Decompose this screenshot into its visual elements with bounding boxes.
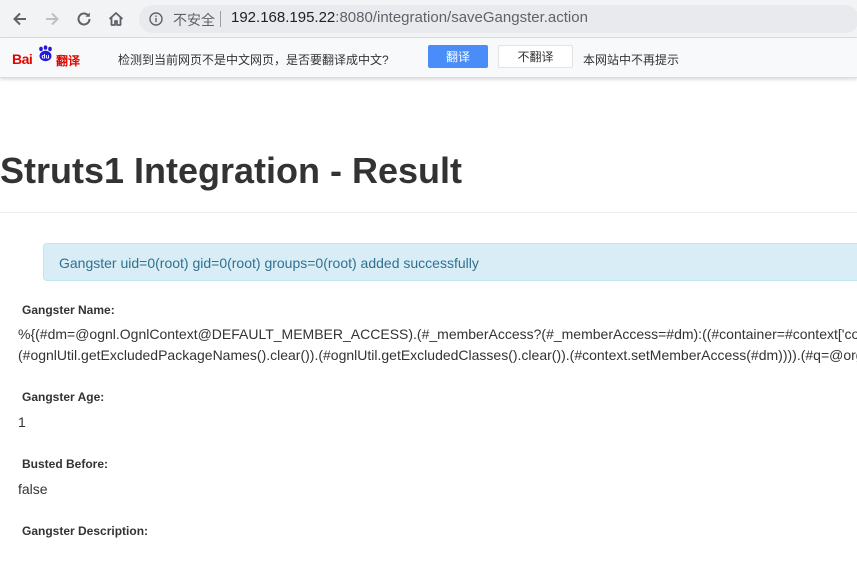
gangster-description-label: Gangster Description: xyxy=(22,524,149,538)
alert-message: Gangster uid=0(root) gid=0(root) groups=… xyxy=(59,255,479,271)
page-title: Struts1 Integration - Result xyxy=(0,150,463,191)
home-icon xyxy=(108,12,124,26)
address-bar[interactable]: 不安全 192.168.195.22:8080/integration/save… xyxy=(139,5,857,33)
never-prompt-link[interactable]: 本网站中不再提示 xyxy=(583,51,679,68)
url-text[interactable]: 192.168.195.22:8080/integration/saveGang… xyxy=(231,9,588,26)
back-button[interactable] xyxy=(7,6,33,32)
gangster-name-value-line2: (#ognlUtil.getExcludedPackageNames().cle… xyxy=(18,347,857,363)
translate-button[interactable]: 翻译 xyxy=(428,45,488,68)
translate-bar: Bai du 翻译 检测到当前网页不是中文网页，是否要翻译成中文? 翻译 不翻译… xyxy=(0,38,857,78)
gangster-name-value-line1: %{(#dm=@ognl.OgnlContext@DEFAULT_MEMBER_… xyxy=(18,326,857,342)
reload-button[interactable] xyxy=(71,6,97,32)
info-icon[interactable] xyxy=(149,12,163,26)
baidu-paw-icon: du xyxy=(39,45,52,62)
browser-toolbar: 不安全 192.168.195.22:8080/integration/save… xyxy=(0,0,857,38)
home-button[interactable] xyxy=(103,6,129,32)
reload-icon xyxy=(77,12,91,26)
forward-button[interactable] xyxy=(39,6,65,32)
busted-before-label: Busted Before: xyxy=(22,457,109,471)
url-path: :8080/integration/saveGangster.action xyxy=(335,9,588,26)
gangster-age-label: Gangster Age: xyxy=(22,390,105,404)
logo-fanyi: 翻译 xyxy=(56,54,81,68)
logo-bai: Bai xyxy=(12,51,33,67)
arrow-left-icon xyxy=(13,12,26,26)
gangster-name-label: Gangster Name: xyxy=(22,303,115,317)
success-alert: Gangster uid=0(root) gid=0(root) groups=… xyxy=(43,243,857,281)
translate-prompt: 检测到当前网页不是中文网页，是否要翻译成中文? xyxy=(118,53,389,67)
security-label[interactable]: 不安全 xyxy=(173,10,215,30)
url-separator xyxy=(220,11,221,27)
url-host: 192.168.195.22 xyxy=(231,9,336,26)
gangster-age-value: 1 xyxy=(18,414,26,430)
logo-du: du xyxy=(42,53,50,60)
divider xyxy=(0,212,857,213)
busted-before-value: false xyxy=(18,481,48,497)
arrow-right-icon xyxy=(46,12,59,26)
baidu-translate-logo: Bai du 翻译 xyxy=(12,44,84,70)
no-translate-button[interactable]: 不翻译 xyxy=(498,45,573,68)
